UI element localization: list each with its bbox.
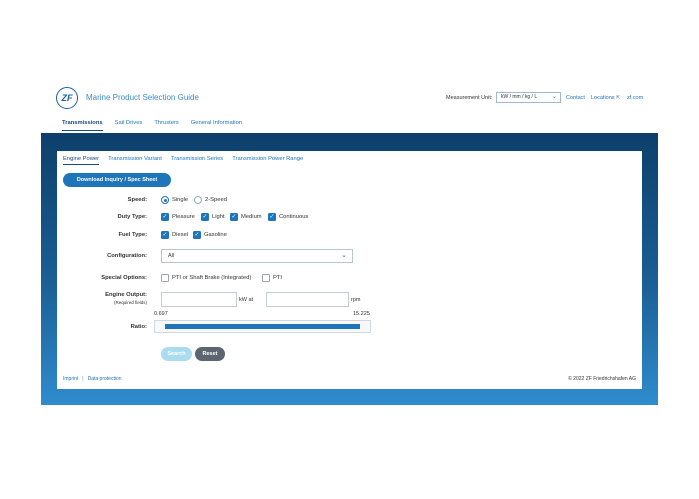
- speed-label: Speed:: [127, 197, 147, 203]
- measurement-unit-value: kW / mm / kg / L: [501, 94, 538, 100]
- duty-light-label: Light: [212, 214, 225, 220]
- external-link-icon: ⇱: [616, 95, 621, 101]
- configuration-value: All: [168, 253, 175, 259]
- download-spec-sheet-button[interactable]: Download Inquiry / Spec Sheet: [63, 173, 171, 187]
- data-protection-link[interactable]: Data protection: [88, 376, 122, 382]
- duty-light-checkbox[interactable]: ✓ Light: [201, 213, 225, 221]
- duty-type-label: Duty Type:: [117, 214, 147, 220]
- footer-separator: |: [82, 376, 84, 382]
- zf-com-link[interactable]: zf.com: [627, 95, 643, 101]
- pti-shaft-brake-label: PTI or Shaft Brake (Integrated): [172, 275, 252, 281]
- measurement-unit-select[interactable]: kW / mm / kg / L ⌄: [496, 92, 561, 103]
- ratio-min-value: 0.697: [154, 311, 168, 317]
- subtab-transmission-variant[interactable]: Transmission Variant: [108, 156, 162, 165]
- copyright: © 2022 ZF Friedrichshafen AG: [568, 376, 636, 382]
- checkmark-icon: ✓: [193, 231, 201, 239]
- subtab-transmission-power-range[interactable]: Transmission Power Range: [232, 156, 303, 165]
- engine-output-label: Engine Output:: [105, 292, 147, 298]
- checkmark-icon: ✓: [230, 213, 238, 221]
- app-title: Marine Product Selection Guide: [86, 93, 199, 102]
- locations-link-label: Locations: [591, 95, 615, 101]
- chevron-down-icon: ⌄: [341, 252, 347, 259]
- subtab-engine-power[interactable]: Engine Power: [63, 156, 100, 165]
- ratio-label: Ratio:: [130, 324, 147, 330]
- subtab-transmission-series[interactable]: Transmission Series: [171, 156, 223, 165]
- main-tabs: Transmissions Sail Drives Thrusters Gene…: [62, 120, 242, 131]
- tab-thrusters[interactable]: Thrusters: [154, 120, 178, 131]
- ratio-slider-range[interactable]: [165, 324, 360, 329]
- pti-label: PTI: [273, 275, 283, 281]
- configuration-select[interactable]: All ⌄: [161, 249, 353, 263]
- zf-logo[interactable]: ZF: [56, 87, 78, 109]
- ratio-max-value: 15.225: [353, 311, 370, 317]
- duty-pleasure-label: Pleasure: [172, 214, 195, 220]
- duty-pleasure-checkbox[interactable]: ✓ Pleasure: [161, 213, 195, 221]
- checkbox-empty-icon: [262, 274, 270, 282]
- speed-unit-label: rpm: [351, 297, 361, 303]
- selection-card: Engine Power Transmission Variant Transm…: [57, 151, 642, 389]
- duty-medium-checkbox[interactable]: ✓ Medium: [230, 213, 262, 221]
- radio-empty-icon: [194, 196, 202, 204]
- engine-speed-input[interactable]: [266, 292, 349, 307]
- power-unit-label: kW at: [239, 297, 254, 303]
- special-options-label: Special Options:: [101, 275, 147, 281]
- header: ZF Marine Product Selection Guide Measur…: [41, 84, 657, 136]
- tab-transmissions[interactable]: Transmissions: [62, 120, 103, 131]
- pti-shaft-brake-checkbox[interactable]: PTI or Shaft Brake (Integrated): [161, 274, 251, 282]
- speed-single-label: Single: [172, 197, 189, 203]
- engine-output-sublabel: (Required fields): [113, 300, 147, 305]
- radio-selected-icon: [161, 196, 169, 204]
- measurement-unit-label: Measurement Unit:: [446, 95, 493, 101]
- engine-power-input[interactable]: [161, 292, 237, 307]
- speed-option-2-speed[interactable]: 2-Speed: [194, 196, 227, 204]
- duty-continuous-label: Continuous: [279, 214, 309, 220]
- contact-link[interactable]: Contact: [566, 95, 585, 101]
- checkmark-icon: ✓: [161, 231, 169, 239]
- chevron-down-icon: ⌄: [551, 94, 557, 100]
- footer-links: Imprint | Data protection: [63, 376, 122, 382]
- checkmark-icon: ✓: [268, 213, 276, 221]
- checkmark-icon: ✓: [201, 213, 209, 221]
- ratio-slider[interactable]: [154, 320, 371, 333]
- configuration-label: Configuration:: [107, 253, 147, 259]
- reset-button[interactable]: Reset: [195, 347, 225, 361]
- fuel-diesel-checkbox[interactable]: ✓ Diesel: [161, 231, 188, 239]
- duty-continuous-checkbox[interactable]: ✓ Continuous: [268, 213, 308, 221]
- pti-checkbox[interactable]: PTI: [262, 274, 282, 282]
- locations-link[interactable]: Locations ⇱: [591, 95, 620, 101]
- fuel-diesel-label: Diesel: [172, 232, 189, 238]
- fuel-gasoline-label: Gasoline: [204, 232, 227, 238]
- duty-medium-label: Medium: [241, 214, 262, 220]
- search-button[interactable]: Search: [161, 347, 192, 361]
- speed-option-single[interactable]: Single: [161, 196, 188, 204]
- fuel-type-label: Fuel Type:: [118, 232, 147, 238]
- imprint-link[interactable]: Imprint: [63, 376, 78, 382]
- tab-sail-drives[interactable]: Sail Drives: [115, 120, 143, 131]
- fuel-gasoline-checkbox[interactable]: ✓ Gasoline: [193, 231, 227, 239]
- sub-tabs: Engine Power Transmission Variant Transm…: [63, 156, 303, 165]
- checkmark-icon: ✓: [161, 213, 169, 221]
- speed-2-speed-label: 2-Speed: [205, 197, 227, 203]
- tab-general-information[interactable]: General Information: [191, 120, 242, 131]
- checkbox-empty-icon: [161, 274, 169, 282]
